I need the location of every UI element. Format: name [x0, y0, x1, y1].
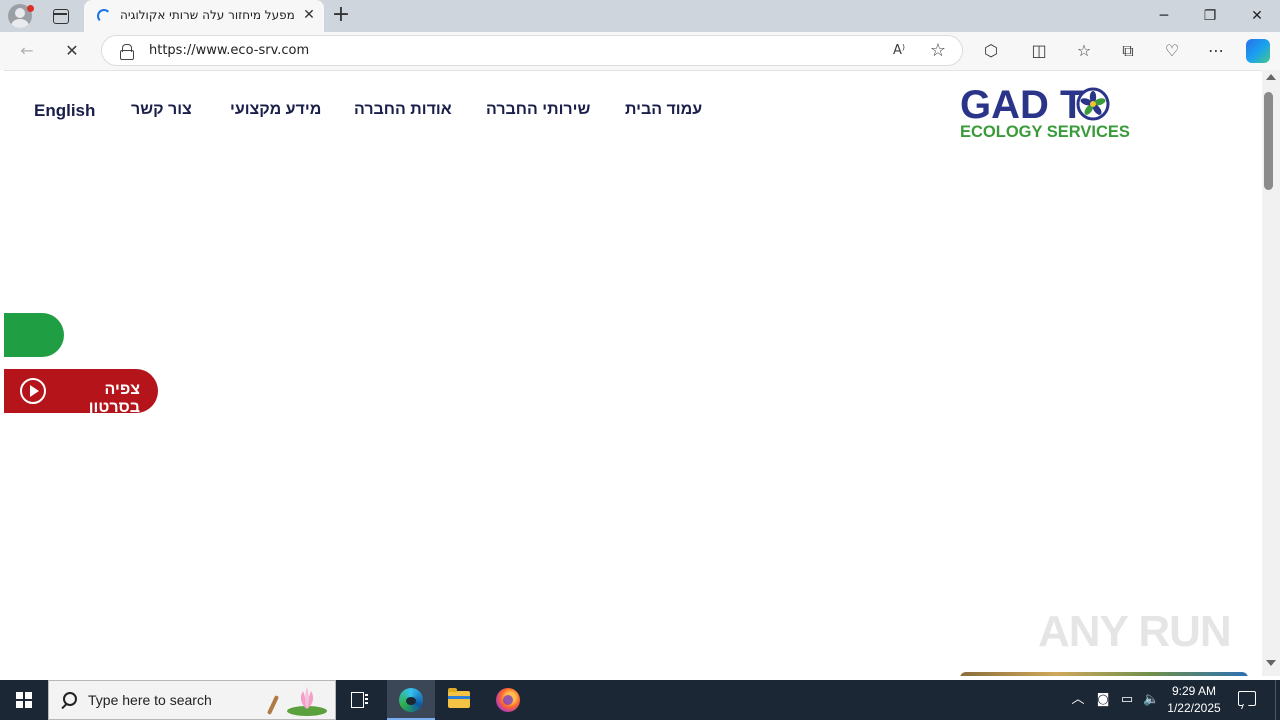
page-viewport: English צור קשר מידע מקצועי אודות החברה …	[4, 70, 1262, 676]
watch-video-button[interactable]: צפיה בסרטון	[4, 369, 158, 416]
nav-professional-info[interactable]: מידע מקצועי	[230, 101, 321, 119]
search-placeholder: Type here to search	[88, 692, 212, 708]
flower-icon	[1076, 87, 1110, 121]
taskbar-edge[interactable]	[387, 680, 435, 720]
more-options-icon[interactable]: ⋯	[1204, 39, 1228, 63]
clock-time: 9:29 AM	[1171, 684, 1217, 698]
volume-icon[interactable]: 🔈	[1143, 691, 1159, 709]
new-tab-button[interactable]: +	[330, 4, 352, 28]
tab-strip: מפעל מיחזור עלה שרותי אקולוגיה ✕ + ─ ❐ ✕	[0, 0, 1280, 32]
address-bar[interactable]: https://www.eco-srv.com A⁾ ☆	[101, 35, 963, 66]
profile-notification-dot	[27, 5, 34, 12]
meet-now-icon[interactable]: ◙	[1095, 691, 1111, 709]
taskbar-file-explorer[interactable]	[435, 680, 483, 720]
task-view-icon	[351, 692, 369, 708]
whatsapp-tab-button[interactable]	[4, 313, 64, 357]
file-explorer-icon	[448, 688, 470, 708]
favorite-star-icon[interactable]: ☆	[926, 39, 950, 63]
loading-spinner-icon	[97, 9, 111, 23]
read-aloud-icon[interactable]: A⁾	[887, 39, 911, 63]
taskbar-task-view[interactable]	[336, 680, 384, 720]
tab-title: מפעל מיחזור עלה שרותי אקולוגיה	[120, 8, 295, 22]
split-screen-icon[interactable]: ◫	[1027, 39, 1051, 63]
extensions-icon[interactable]: ⬡	[979, 39, 1003, 63]
page-scrollbar[interactable]	[1262, 70, 1280, 676]
favorites-icon[interactable]: ☆	[1072, 39, 1096, 63]
nav-contact[interactable]: צור קשר	[131, 101, 192, 119]
browser-toolbar: ← ✕ https://www.eco-srv.com A⁾ ☆ ⬡ ◫ ☆ ⧉…	[0, 32, 1280, 70]
play-icon	[20, 378, 46, 404]
taskbar-search-box[interactable]: Type here to search	[48, 680, 336, 720]
copilot-icon[interactable]	[1246, 39, 1270, 63]
browser-essentials-icon[interactable]: ♡	[1160, 39, 1184, 63]
nav-services[interactable]: שירותי החברה	[486, 101, 590, 119]
tab-close-icon[interactable]: ✕	[301, 7, 317, 23]
search-icon	[63, 692, 77, 706]
tab-actions-icon[interactable]	[50, 6, 70, 26]
restore-button[interactable]: ❐	[1187, 0, 1233, 32]
anyrun-watermark: ANY RUN	[1038, 607, 1232, 656]
lock-icon[interactable]	[120, 44, 134, 60]
nav-home[interactable]: עמוד הבית	[625, 101, 702, 119]
active-tab[interactable]: מפעל מיחזור עלה שרותי אקולוגיה ✕	[84, 0, 324, 32]
scroll-down-arrow-icon[interactable]	[1266, 660, 1276, 666]
edge-icon	[399, 688, 423, 712]
url-text[interactable]: https://www.eco-srv.com	[149, 43, 309, 58]
show-desktop-button[interactable]	[1275, 680, 1280, 720]
notification-center-icon[interactable]	[1238, 691, 1256, 706]
minimize-button[interactable]: ─	[1141, 0, 1187, 32]
network-icon[interactable]: ▭	[1119, 691, 1135, 709]
windows-logo-icon	[16, 692, 32, 708]
watch-video-label: צפיה בסרטון	[88, 381, 140, 416]
chevron-up-icon[interactable]: ︿	[1070, 691, 1086, 709]
logo-tagline: ECOLOGY SERVICES	[960, 123, 1130, 141]
back-icon[interactable]: ←	[15, 39, 39, 63]
windows-taskbar: Type here to search ︿ ◙ ▭ 🔈 9:29 AM 1/22…	[0, 680, 1280, 720]
nav-about[interactable]: אודות החברה	[354, 101, 452, 119]
system-clock[interactable]: 9:29 AM 1/22/2025	[1164, 683, 1224, 717]
stop-loading-icon[interactable]: ✕	[60, 39, 84, 63]
collections-icon[interactable]: ⧉	[1116, 39, 1140, 63]
gadot-logo[interactable]: GAD T ECOLOGY SERVICES	[960, 85, 1144, 143]
scroll-thumb[interactable]	[1264, 92, 1273, 190]
clock-date: 1/22/2025	[1167, 701, 1221, 715]
taskbar-firefox[interactable]	[484, 680, 532, 720]
close-window-button[interactable]: ✕	[1234, 0, 1280, 32]
nav-english[interactable]: English	[34, 101, 95, 121]
firefox-icon	[496, 688, 520, 712]
start-button[interactable]	[0, 680, 48, 720]
logo-wordmark: GAD T	[960, 83, 1085, 127]
lotus-highlight-icon	[267, 687, 327, 716]
banner-image-edge	[960, 672, 1248, 676]
scroll-up-arrow-icon[interactable]	[1266, 74, 1276, 80]
